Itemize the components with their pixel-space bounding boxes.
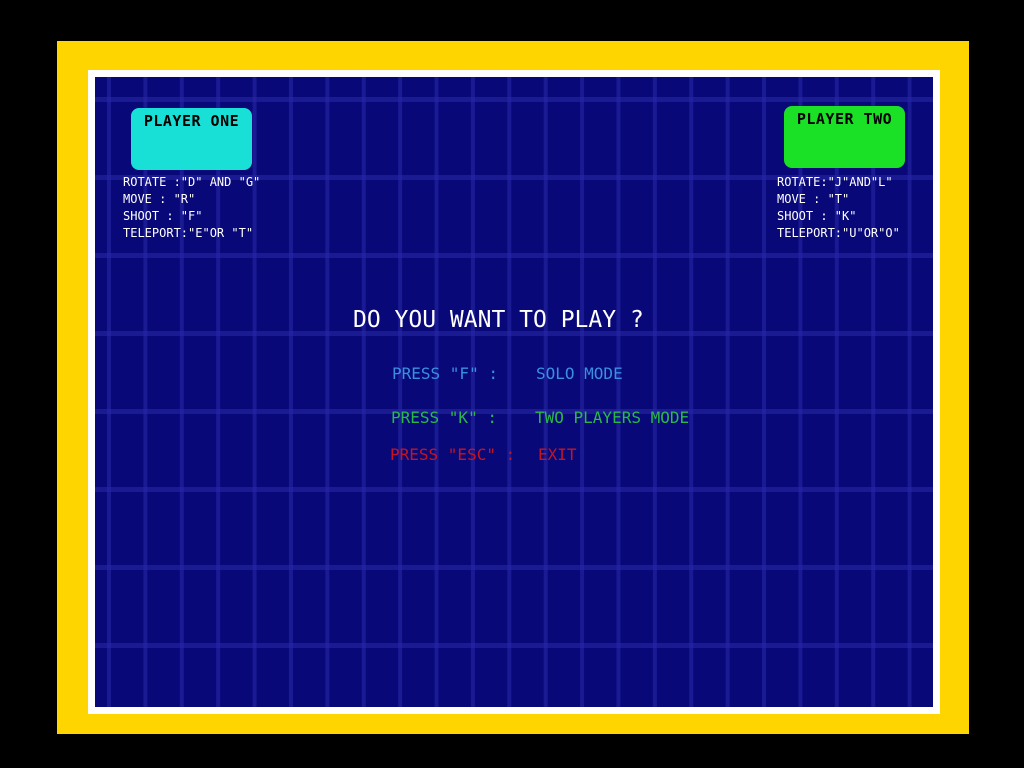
player-two-shoot-control: SHOOT : "K" (777, 209, 857, 223)
player-two-rotate-control: ROTATE:"J"AND"L" (777, 175, 893, 189)
two-players-mode-key-hint[interactable]: PRESS "K" : (391, 408, 497, 427)
two-players-mode-option[interactable]: TWO PLAYERS MODE (535, 408, 689, 427)
player-two-teleport-control: TELEPORT:"U"OR"O" (777, 226, 900, 240)
play-prompt: DO YOU WANT TO PLAY ? (353, 307, 644, 333)
player-one-rotate-control: ROTATE :"D" AND "G" (123, 175, 261, 189)
player-two-move-control: MOVE : "T" (777, 192, 850, 206)
exit-key-hint[interactable]: PRESS "ESC" : (390, 445, 515, 464)
player-two-badge: PLAYER TWO (784, 106, 905, 168)
player-one-move-control: MOVE : "R" (123, 192, 196, 206)
player-one-teleport-control: TELEPORT:"E"OR "T" (123, 226, 254, 240)
player-one-badge: PLAYER ONE (131, 108, 252, 170)
exit-option[interactable]: EXIT (538, 445, 577, 464)
game-screen: PLAYER ONE ROTATE :"D" AND "G" MOVE : "R… (0, 0, 1024, 768)
player-two-controls: ROTATE:"J"AND"L" MOVE : "T" SHOOT : "K" … (777, 174, 900, 242)
solo-mode-option[interactable]: SOLO MODE (536, 364, 623, 383)
play-area: PLAYER ONE ROTATE :"D" AND "G" MOVE : "R… (95, 77, 933, 707)
player-one-controls: ROTATE :"D" AND "G" MOVE : "R" SHOOT : "… (123, 174, 260, 242)
solo-mode-key-hint[interactable]: PRESS "F" : (392, 364, 498, 383)
player-one-shoot-control: SHOOT : "F" (123, 209, 203, 223)
